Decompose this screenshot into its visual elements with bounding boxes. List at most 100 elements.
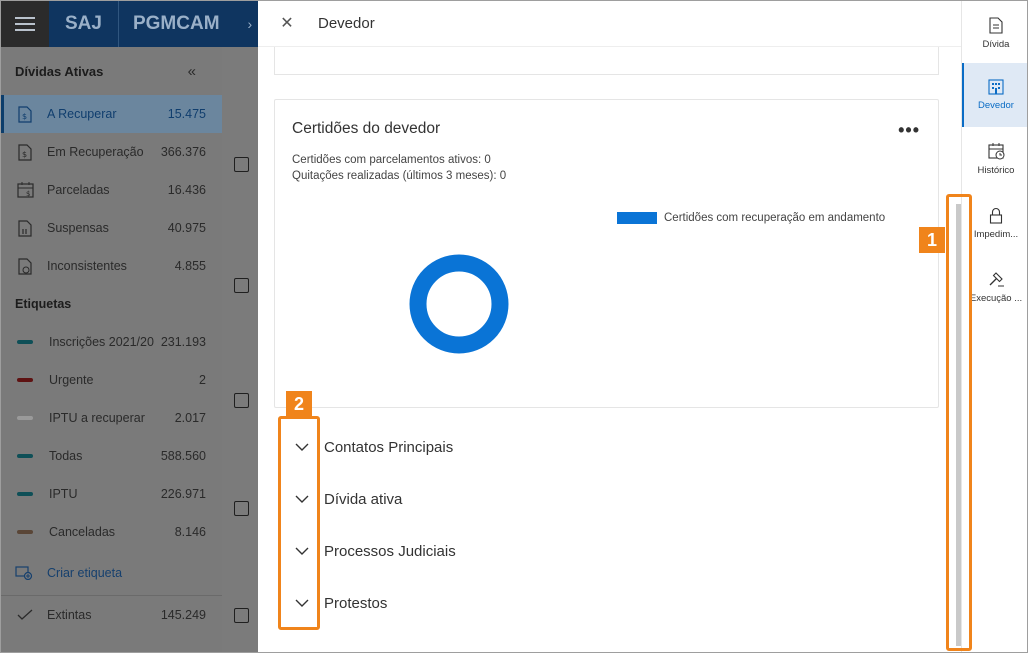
panel-title: Devedor: [318, 15, 375, 32]
sidebar-tag-item[interactable]: IPTU a recuperar 2.017: [1, 399, 222, 437]
sidebar-item-a-recuperar[interactable]: $ A Recuperar 15.475: [1, 95, 222, 133]
sidebar-item-count: 4.855: [174, 259, 206, 273]
tag-count: 2.017: [174, 411, 206, 425]
certidoes-quitacoes-text: Quitações realizadas (últimos 3 meses): …: [292, 170, 507, 182]
svg-text:$: $: [22, 112, 27, 121]
more-options-icon[interactable]: •••: [898, 120, 920, 141]
brand-pgmcam[interactable]: PGMCAM: [119, 1, 236, 47]
checkmark-icon: [15, 606, 35, 624]
app-window: SAJ PGMCAM › Dívidas Ativas « $ A Recupe…: [0, 0, 1028, 653]
tag-color-swatch: [17, 492, 33, 496]
tag-label: Canceladas: [49, 525, 116, 539]
previous-card: [274, 47, 939, 75]
sidebar-tag-item[interactable]: Canceladas 8.146: [1, 513, 222, 551]
chevron-right-icon[interactable]: ›: [248, 16, 253, 32]
row-checkbox[interactable]: [234, 501, 249, 516]
tag-color-swatch: [17, 530, 33, 534]
annotation-badge-2: 2: [286, 391, 312, 417]
close-icon[interactable]: ✕: [280, 15, 294, 31]
rail-label: Dívida: [982, 38, 1010, 50]
rail-item-divida[interactable]: Dívida: [962, 1, 1027, 65]
calendar-clock-icon: [987, 142, 1004, 159]
sidebar-item-extintas[interactable]: Extintas 145.249: [1, 596, 222, 634]
tag-label: Todas: [49, 449, 83, 463]
rail-item-devedor[interactable]: Devedor: [962, 63, 1027, 127]
donut-chart: [409, 254, 509, 354]
tag-count: 231.193: [160, 335, 206, 349]
rail-item-historico[interactable]: Histórico: [962, 127, 1027, 191]
tag-color-swatch: [17, 416, 33, 420]
sidebar-tag-item[interactable]: Inscrições 2021/20... 231.193: [1, 323, 222, 361]
rail-label: Histórico: [977, 164, 1015, 176]
svg-text:$: $: [22, 150, 27, 159]
legend-swatch: [617, 212, 657, 224]
hamburger-menu-icon[interactable]: [1, 1, 49, 47]
sidebar-item-label: Suspensas: [47, 221, 109, 235]
svg-text:$: $: [26, 190, 30, 198]
warning-doc-icon: [15, 257, 35, 275]
money-doc-icon: $: [15, 143, 35, 161]
calendar-money-icon: $: [15, 181, 35, 199]
sidebar-item-count: 15.475: [167, 107, 206, 121]
legend-label: Certidões com recuperação em andamento: [664, 212, 886, 224]
lock-icon: [989, 207, 1003, 224]
sidebar-item-label: Extintas: [47, 608, 92, 622]
tag-color-swatch: [17, 340, 33, 344]
top-bar: SAJ PGMCAM ›: [1, 1, 258, 47]
tag-label: IPTU: [49, 487, 78, 501]
sidebar-item-em-recuperacao[interactable]: $ Em Recuperação 366.376: [1, 133, 222, 171]
tag-count: 2: [199, 373, 206, 387]
collapse-icon[interactable]: «: [188, 63, 196, 80]
row-checkbox[interactable]: [234, 608, 249, 623]
sidebar-tag-item[interactable]: IPTU 226.971: [1, 475, 222, 513]
devedor-panel: ✕ Devedor Certidões do devedor ••• Certi…: [258, 1, 961, 652]
tag-color-swatch: [17, 378, 33, 382]
donut-ring: [409, 254, 509, 354]
sidebar: Dívidas Ativas « $ A Recuperar 15.475 $ …: [1, 47, 222, 652]
sidebar-item-parceladas[interactable]: $ Parceladas 16.436: [1, 171, 222, 209]
sidebar-item-count: 145.249: [160, 608, 206, 622]
sidebar-tag-item[interactable]: Todas 588.560: [1, 437, 222, 475]
sidebar-tag-item[interactable]: Urgente 2: [1, 361, 222, 399]
annotation-badge-1: 1: [919, 227, 945, 253]
create-tag-label: Criar etiqueta: [47, 566, 123, 580]
row-checkbox[interactable]: [234, 157, 249, 172]
certidoes-title: Certidões do devedor: [292, 120, 441, 137]
sidebar-item-suspensas[interactable]: Suspensas 40.975: [1, 209, 222, 247]
row-checkbox[interactable]: [234, 393, 249, 408]
highlight-box-2: [278, 416, 320, 630]
sidebar-item-inconsistentes[interactable]: Inconsistentes 4.855: [1, 247, 222, 285]
tag-count: 588.560: [160, 449, 206, 463]
add-tag-icon: [15, 566, 35, 580]
sidebar-item-label: Inconsistentes: [47, 259, 127, 273]
rail-label: Execução ...: [969, 292, 1023, 304]
sidebar-item-label: A Recuperar: [47, 107, 117, 121]
brand-saj[interactable]: SAJ: [49, 1, 119, 47]
tag-label: Urgente: [49, 373, 94, 387]
rail-label: Impedim...: [973, 228, 1019, 240]
sidebar-item-count: 366.376: [160, 145, 206, 159]
tag-label: Inscrições 2021/20...: [49, 335, 155, 349]
tag-color-swatch: [17, 454, 33, 458]
sidebar-item-count: 16.436: [167, 183, 206, 197]
accordion-label: Processos Judiciais: [324, 542, 456, 560]
tag-label: IPTU a recuperar: [49, 411, 145, 425]
accordion-label: Dívida ativa: [324, 490, 403, 508]
tags-section-header: Etiquetas: [15, 297, 72, 311]
document-icon: [989, 16, 1003, 34]
sidebar-title: Dívidas Ativas: [15, 63, 104, 79]
sidebar-item-label: Parceladas: [47, 183, 110, 197]
money-doc-icon: $: [15, 105, 35, 123]
list-strip: [222, 47, 258, 652]
building-icon: [988, 79, 1004, 95]
certidoes-card: Certidões do devedor ••• Certidões com p…: [274, 99, 939, 408]
row-checkbox[interactable]: [234, 278, 249, 293]
panel-header: ✕ Devedor: [258, 1, 961, 47]
create-tag-link[interactable]: Criar etiqueta: [1, 551, 222, 595]
highlight-box-1: [946, 194, 972, 651]
sidebar-item-label: Em Recuperação: [47, 145, 144, 159]
tag-count: 8.146: [174, 525, 206, 539]
accordion-label: Protestos: [324, 594, 388, 612]
sidebar-item-count: 40.975: [167, 221, 206, 235]
sidebar-header: Dívidas Ativas «: [1, 47, 222, 95]
